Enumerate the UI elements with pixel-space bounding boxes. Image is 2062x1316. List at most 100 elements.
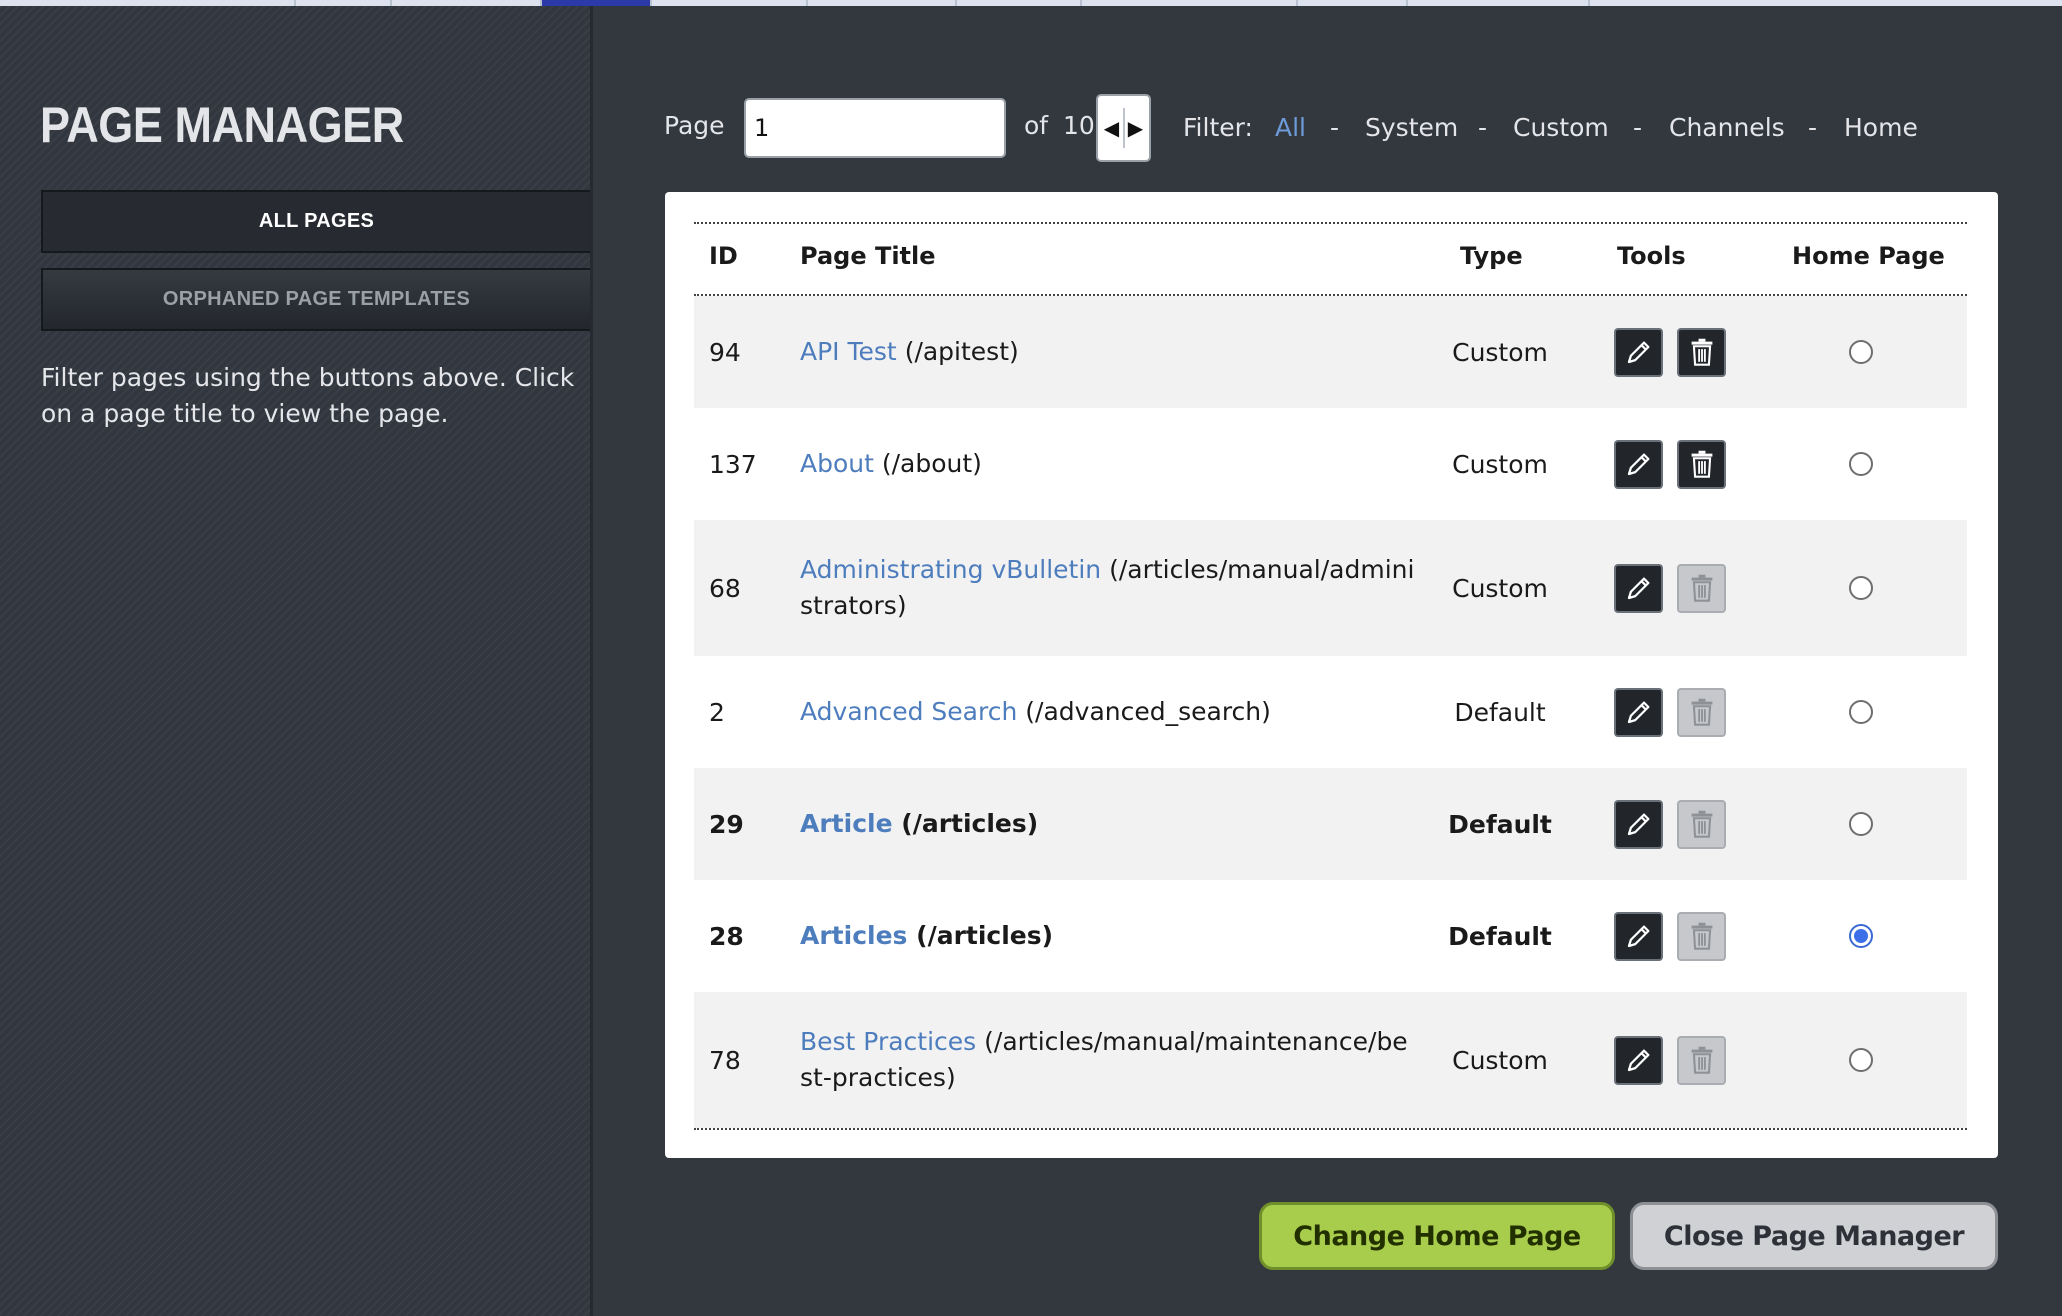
row-title: Article (/articles) xyxy=(800,768,1420,880)
filter-separator: - xyxy=(1808,113,1818,142)
filter-system[interactable]: System xyxy=(1365,112,1458,144)
row-id: 78 xyxy=(709,1045,741,1075)
trash-icon xyxy=(1677,911,1726,961)
page-path: (/advanced_search) xyxy=(1025,697,1271,726)
row-title: Articles (/articles) xyxy=(800,880,1420,992)
row-tools xyxy=(1586,880,1754,992)
pencil-icon[interactable] xyxy=(1614,799,1663,849)
row-title: Advanced Search (/advanced_search) xyxy=(800,656,1420,768)
row-home xyxy=(1754,656,1967,768)
pencil-icon[interactable] xyxy=(1614,327,1663,377)
table-row: 137 About (/about) Custom xyxy=(694,408,1967,520)
trash-icon xyxy=(1677,687,1726,737)
table-row: 29 Article (/articles) Default xyxy=(694,768,1967,880)
table-row: 68 Administrating vBulletin (/articles/m… xyxy=(694,520,1967,656)
row-type: Custom xyxy=(1452,573,1548,603)
row-type: Custom xyxy=(1452,1045,1548,1075)
row-id: 94 xyxy=(709,337,741,367)
change-home-page-button[interactable]: Change Home Page xyxy=(1259,1202,1615,1270)
row-home xyxy=(1754,296,1967,408)
filter-custom[interactable]: Custom xyxy=(1513,112,1609,144)
filter-separator: - xyxy=(1478,113,1488,142)
trash-icon xyxy=(1677,563,1726,613)
row-id: 29 xyxy=(709,809,744,839)
home-page-radio[interactable] xyxy=(1848,1048,1873,1072)
row-title: Best Practices (/articles/manual/mainten… xyxy=(800,992,1420,1128)
row-id: 28 xyxy=(709,921,744,951)
filter-home[interactable]: Home xyxy=(1844,112,1918,144)
row-type: Custom xyxy=(1452,337,1548,367)
home-page-radio[interactable] xyxy=(1848,340,1873,364)
page-title-link[interactable]: Advanced Search xyxy=(800,697,1017,726)
filter-all[interactable]: All xyxy=(1275,112,1306,144)
row-tools xyxy=(1586,520,1754,656)
sidebar-help-text: Filter pages using the buttons above. Cl… xyxy=(41,363,575,428)
page-number-input[interactable] xyxy=(744,98,1006,158)
pencil-icon[interactable] xyxy=(1614,687,1663,737)
page-title-link[interactable]: Best Practices xyxy=(800,1027,976,1056)
row-id: 68 xyxy=(709,573,741,603)
page-title-link[interactable]: Articles xyxy=(800,921,907,950)
of-label: of xyxy=(1024,110,1049,140)
filter-separator: - xyxy=(1330,113,1340,142)
filter-channels[interactable]: Channels xyxy=(1669,112,1785,144)
pencil-icon[interactable] xyxy=(1614,911,1663,961)
table-row: 94 API Test (/apitest) Custom xyxy=(694,296,1967,408)
home-page-radio[interactable] xyxy=(1848,452,1873,476)
row-tools xyxy=(1586,768,1754,880)
header-id: ID xyxy=(709,242,738,270)
row-tools xyxy=(1586,656,1754,768)
header-tools: Tools xyxy=(1617,242,1686,270)
pages-table-panel: ID Page Title Type Tools Home Page 94 AP… xyxy=(665,192,1998,1158)
row-title: API Test (/apitest) xyxy=(800,296,1420,408)
row-type: Default xyxy=(1448,809,1552,839)
page-title-link[interactable]: Administrating vBulletin xyxy=(800,555,1101,584)
page-path: (/articles) xyxy=(916,921,1054,950)
header-type: Type xyxy=(1460,242,1523,270)
page-title-link[interactable]: About xyxy=(800,449,874,478)
page-label: Page xyxy=(664,110,725,140)
trash-icon xyxy=(1677,799,1726,849)
page-path: (/about) xyxy=(881,449,982,478)
page-title: PAGE MANAGER xyxy=(40,97,404,153)
row-home xyxy=(1754,768,1967,880)
close-page-manager-button[interactable]: Close Page Manager xyxy=(1630,1202,1998,1270)
page-path: (/apitest) xyxy=(904,337,1019,366)
row-title: About (/about) xyxy=(800,408,1420,520)
pencil-icon[interactable] xyxy=(1614,439,1663,489)
trash-icon[interactable] xyxy=(1677,327,1726,377)
row-id: 2 xyxy=(709,697,725,727)
row-home xyxy=(1754,408,1967,520)
row-type: Default xyxy=(1454,697,1546,727)
filter-separator: - xyxy=(1633,113,1643,142)
next-page-arrow-icon[interactable]: ▶ xyxy=(1122,108,1147,148)
pencil-icon[interactable] xyxy=(1614,1035,1663,1085)
row-type: Default xyxy=(1448,921,1552,951)
home-page-radio[interactable] xyxy=(1848,576,1873,600)
row-id: 137 xyxy=(709,449,757,479)
page-title-link[interactable]: API Test xyxy=(800,337,897,366)
row-type: Custom xyxy=(1452,449,1548,479)
table-bottom-border xyxy=(694,1128,1967,1130)
trash-icon[interactable] xyxy=(1677,439,1726,489)
pages-table: ID Page Title Type Tools Home Page 94 AP… xyxy=(694,222,1967,1130)
row-tools xyxy=(1586,296,1754,408)
home-page-radio[interactable] xyxy=(1848,812,1873,836)
home-page-radio-selected[interactable] xyxy=(1848,924,1873,948)
all-pages-button[interactable]: ALL PAGES xyxy=(41,190,590,253)
row-home xyxy=(1754,880,1967,992)
prev-page-arrow-icon[interactable]: ◀ xyxy=(1101,108,1123,148)
filter-label: Filter: xyxy=(1183,113,1253,142)
row-tools xyxy=(1586,992,1754,1128)
table-row: 78 Best Practices (/articles/manual/main… xyxy=(694,992,1967,1128)
header-title: Page Title xyxy=(800,242,936,270)
table-row: 28 Articles (/articles) Default xyxy=(694,880,1967,992)
page-title-link[interactable]: Article xyxy=(800,809,893,838)
pencil-icon[interactable] xyxy=(1614,563,1663,613)
table-row: 2 Advanced Search (/advanced_search) Def… xyxy=(694,656,1967,768)
home-page-radio[interactable] xyxy=(1848,700,1873,724)
row-title: Administrating vBulletin (/articles/manu… xyxy=(800,520,1420,656)
orphaned-page-templates-button[interactable]: ORPHANED PAGE TEMPLATES xyxy=(41,268,590,331)
page-arrows: ◀ ▶ xyxy=(1096,94,1151,162)
table-header: ID Page Title Type Tools Home Page xyxy=(694,222,1967,296)
